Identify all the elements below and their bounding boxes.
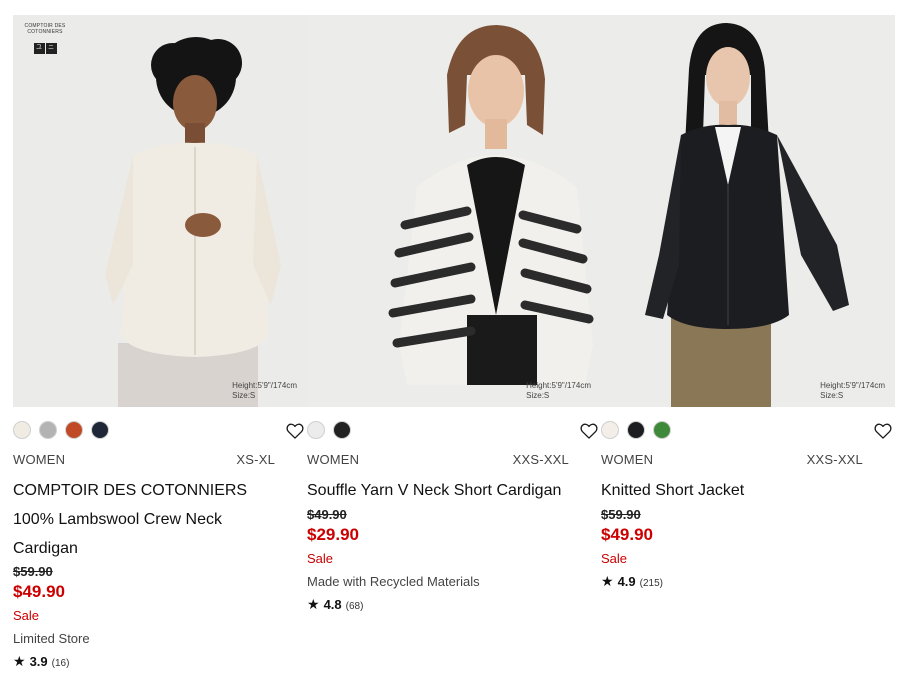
product-meta: WOMEN XS-XL [13, 452, 275, 467]
gender-label: WOMEN [601, 452, 654, 467]
rating: ★ 3.9 (16) [13, 653, 293, 670]
gender-label: WOMEN [307, 452, 360, 467]
color-swatch[interactable] [65, 421, 83, 439]
star-icon: ★ [601, 573, 614, 589]
model-size: Size:S [820, 391, 844, 400]
sale-label: Sale [307, 551, 334, 566]
product-card[interactable]: Height:5'9"/174cm Size:S WOMEN XXS-XXL S… [307, 15, 601, 685]
brand-logo: COMPTOIR DES COTONNIERS ユ ニ [21, 23, 69, 54]
model-height: Height:5'9"/174cm [820, 381, 885, 390]
review-count: (215) [639, 578, 663, 589]
color-swatches [13, 421, 109, 439]
color-swatch[interactable] [333, 421, 351, 439]
model-size-note: Height:5'9"/174cm Size:S [232, 381, 297, 401]
product-name-line: COMPTOIR DES COTONNIERS [13, 482, 248, 499]
color-swatch[interactable] [627, 421, 645, 439]
product-meta: WOMEN XXS-XXL [601, 452, 863, 467]
color-swatch[interactable] [307, 421, 325, 439]
product-name-line: Souffle Yarn V Neck Short Cardigan [307, 482, 562, 499]
brand-logo-name: COMPTOIR DES COTONNIERS [24, 23, 66, 35]
store-availability: Limited Store [13, 631, 90, 646]
product-card[interactable]: Height:5'9"/174cm Size:S WOMEN XXS-XXL K… [601, 15, 895, 685]
product-image[interactable]: Height:5'9"/174cm Size:S [601, 15, 895, 407]
size-range: XXS-XXL [806, 452, 863, 467]
size-range: XXS-XXL [512, 452, 569, 467]
rating: ★ 4.8 (68) [307, 596, 587, 613]
uniqlo-logo-glyph: ユ [33, 43, 45, 54]
model-height: Height:5'9"/174cm [526, 381, 591, 390]
rating: ★ 4.9 (215) [601, 573, 881, 590]
product-image[interactable]: COMPTOIR DES COTONNIERS ユ ニ Height:5'9"/… [13, 15, 307, 407]
product-name-line: 100% Lambswool Crew Neck [13, 511, 222, 528]
model-height: Height:5'9"/174cm [232, 381, 297, 390]
heart-outline-icon[interactable] [873, 421, 893, 441]
heart-outline-icon[interactable] [579, 421, 599, 441]
price-block: $59.90 $49.90 Sale ★ 4.9 (215) [601, 507, 881, 590]
uniqlo-logo-glyph: ニ [45, 43, 57, 54]
price-block: $59.90 $49.90 Sale Limited Store ★ 3.9 (… [13, 564, 293, 670]
product-image[interactable]: Height:5'9"/174cm Size:S [307, 15, 601, 407]
color-swatch[interactable] [653, 421, 671, 439]
size-range: XS-XL [236, 452, 275, 467]
color-swatch[interactable] [39, 421, 57, 439]
sale-label: Sale [13, 608, 40, 623]
review-count: (16) [51, 658, 70, 669]
sale-price: $29.90 [307, 525, 359, 544]
star-icon: ★ [307, 596, 320, 612]
model-size: Size:S [526, 391, 550, 400]
product-card[interactable]: COMPTOIR DES COTONNIERS ユ ニ Height:5'9"/… [13, 15, 307, 685]
original-price: $59.90 [601, 507, 641, 522]
sale-price: $49.90 [13, 582, 65, 601]
review-count: (68) [345, 601, 364, 612]
color-swatch[interactable] [13, 421, 31, 439]
color-swatches [307, 421, 351, 439]
rating-value: 4.8 [323, 597, 342, 612]
sale-label: Sale [601, 551, 628, 566]
color-swatch[interactable] [601, 421, 619, 439]
rating-value: 3.9 [29, 654, 48, 669]
color-swatches [601, 421, 671, 439]
model-size-note: Height:5'9"/174cm Size:S [526, 381, 591, 401]
product-meta: WOMEN XXS-XXL [307, 452, 569, 467]
product-name[interactable]: Knitted Short Jacket [601, 476, 871, 505]
star-icon: ★ [13, 653, 26, 669]
product-name-line: Cardigan [13, 540, 78, 557]
original-price: $49.90 [307, 507, 347, 522]
uniqlo-logo: ユ ニ [33, 43, 57, 54]
product-grid: COMPTOIR DES COTONNIERS ユ ニ Height:5'9"/… [13, 15, 895, 685]
price-block: $49.90 $29.90 Sale Made with Recycled Ma… [307, 507, 587, 613]
model-size: Size:S [232, 391, 256, 400]
heart-outline-icon[interactable] [285, 421, 305, 441]
color-swatch[interactable] [91, 421, 109, 439]
gender-label: WOMEN [13, 452, 66, 467]
product-name[interactable]: Souffle Yarn V Neck Short Cardigan [307, 476, 577, 505]
original-price: $59.90 [13, 564, 53, 579]
rating-value: 4.9 [617, 574, 636, 589]
sustainability-note: Made with Recycled Materials [307, 574, 480, 589]
product-name-line: Knitted Short Jacket [601, 482, 745, 499]
model-size-note: Height:5'9"/174cm Size:S [820, 381, 885, 401]
product-name[interactable]: COMPTOIR DES COTONNIERS 100% Lambswool C… [13, 476, 283, 563]
sale-price: $49.90 [601, 525, 653, 544]
